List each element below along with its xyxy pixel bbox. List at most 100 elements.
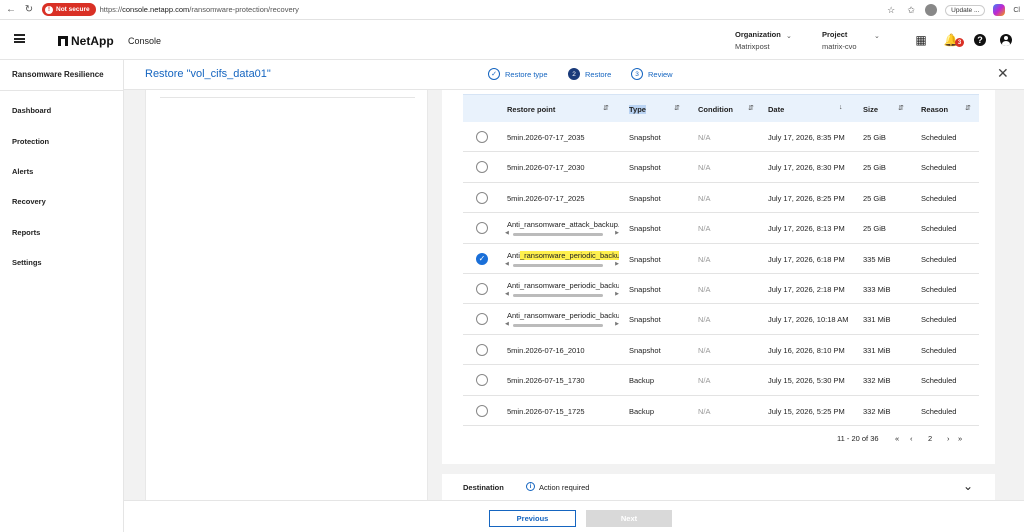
menu-icon[interactable] [14, 34, 25, 43]
favorites-icon[interactable]: ✩ [905, 4, 917, 16]
restore-point-condition: N/A [698, 376, 711, 386]
console-label: Console [128, 36, 162, 46]
sort-icon[interactable]: ⇵ [965, 104, 971, 112]
close-icon[interactable]: ✕ [997, 65, 1009, 82]
prev-page-icon[interactable]: ‹ [910, 434, 913, 443]
chevron-down-icon[interactable]: ⌄ [963, 479, 973, 493]
horizontal-scrollbar[interactable]: ◀ ▶ [505, 261, 619, 268]
column-condition[interactable]: Condition [698, 105, 733, 114]
restore-point-date: July 16, 2026, 8:10 PM [768, 345, 845, 355]
scroll-left-icon[interactable]: ◀ [505, 291, 509, 297]
restore-point-type: Snapshot [629, 224, 661, 234]
table-row[interactable]: ✓ Anti_ransomware_periodic_backu ◀ ▶ Snapsho… [463, 244, 979, 274]
restore-point-size: 25 GiB [863, 133, 886, 142]
horizontal-scrollbar[interactable]: ◀ ▶ [505, 291, 619, 298]
url-scheme: https:// [99, 5, 123, 14]
step-review[interactable]: 3 Review [631, 68, 673, 80]
radio-button[interactable] [476, 161, 488, 174]
table-row[interactable]: 5min.2026-07-17_2030 Snapshot N/A July 17, … [463, 152, 979, 183]
destination-section[interactable]: Destination i Action required ⌄ [442, 474, 995, 500]
table-row[interactable]: Anti_ransomware_periodic_backu ◀ ▶ Snapshot… [463, 304, 979, 335]
chevron-down-icon[interactable]: ⌄ [786, 32, 792, 40]
scroll-thumb[interactable] [513, 294, 603, 297]
table-row[interactable]: 5min.2026-07-16_2010 Snapshot N/A July 16, … [463, 335, 979, 366]
scroll-right-icon[interactable]: ▶ [615, 261, 619, 267]
table-row[interactable]: 5min.2026-07-15_1730 Backup N/A July 15, 20… [463, 365, 979, 396]
restore-point-type: Snapshot [629, 345, 661, 355]
radio-button[interactable] [476, 222, 488, 235]
scroll-thumb[interactable] [513, 233, 603, 237]
scroll-thumb[interactable] [513, 324, 603, 328]
sort-icon[interactable]: ⇵ [674, 104, 680, 112]
user-icon[interactable] [999, 33, 1013, 47]
table-row[interactable]: Anti_ransomware_attack_backup. ◀ ▶ Snapshot… [463, 213, 979, 244]
scroll-thumb[interactable] [513, 263, 603, 267]
restore-point-date: July 15, 2026, 5:25 PM [768, 406, 845, 416]
scroll-right-icon[interactable]: ▶ [615, 291, 619, 297]
copilot-icon[interactable] [993, 4, 1006, 16]
horizontal-scrollbar[interactable]: ◀ ▶ [505, 321, 619, 328]
horizontal-scrollbar[interactable]: ◀ ▶ [505, 230, 619, 237]
radio-checked-icon[interactable]: ✓ [476, 252, 488, 265]
radio-button[interactable] [476, 191, 488, 204]
sidebar-item-alerts[interactable]: Alerts [12, 167, 33, 176]
scroll-left-icon[interactable]: ◀ [505, 261, 509, 267]
step-restore[interactable]: 2 Restore [568, 68, 611, 80]
favorite-star-icon[interactable]: ☆ [885, 4, 897, 16]
radio-button[interactable] [476, 313, 488, 326]
chevron-down-icon[interactable]: ⌄ [874, 32, 880, 40]
next-button[interactable]: Next [586, 510, 672, 527]
back-icon[interactable]: ← [4, 3, 18, 17]
radio-button[interactable] [476, 374, 488, 387]
table-row[interactable]: Anti_ransomware_periodic_backu ◀ ▶ Snapshot… [463, 274, 979, 305]
edge-label: Cl [1013, 6, 1020, 14]
scroll-right-icon[interactable]: ▶ [615, 321, 619, 327]
column-date[interactable]: Date [768, 105, 784, 114]
table-row[interactable]: 5min.2026-07-17_2035 Snapshot N/A July 17, … [463, 122, 979, 153]
profile-avatar[interactable] [925, 4, 938, 16]
organization-selector[interactable]: Organization Matrixpost [735, 30, 781, 51]
step-restore-type[interactable]: ✓ Restore type [488, 68, 548, 80]
app-header: NetApp Console Organization Matrixpost ⌄… [0, 20, 1024, 60]
scroll-left-icon[interactable]: ◀ [505, 230, 509, 236]
step-label: Restore type [505, 69, 548, 79]
scroll-right-icon[interactable]: ▶ [615, 230, 619, 236]
sort-down-icon[interactable]: ↓ [839, 104, 843, 111]
restore-point-condition: N/A [698, 315, 711, 325]
restore-point-reason: Scheduled [921, 285, 957, 294]
column-restore-point[interactable]: Restore point [507, 105, 555, 114]
address-bar[interactable]: https://console.netapp.com/ransomware-pr… [100, 5, 299, 14]
radio-button[interactable] [476, 343, 488, 356]
sidebar-item-protection[interactable]: Protection [12, 137, 49, 146]
table-row[interactable]: 5min.2026-07-17_2025 Snapshot N/A July 17, … [463, 183, 979, 214]
update-button[interactable]: Update ... [945, 4, 986, 16]
sidebar-item-settings[interactable]: Settings [12, 258, 42, 267]
radio-button[interactable] [476, 131, 488, 143]
last-page-icon[interactable]: » [958, 434, 962, 443]
scroll-left-icon[interactable]: ◀ [505, 321, 509, 327]
sort-icon[interactable]: ⇵ [603, 104, 609, 112]
connector-icon[interactable]: ▦ [914, 33, 928, 47]
next-page-icon[interactable]: › [947, 434, 950, 443]
column-type[interactable]: Type [629, 105, 646, 114]
sidebar-item-recovery[interactable]: Recovery [12, 197, 46, 206]
radio-button[interactable] [476, 283, 488, 295]
sidebar-item-dashboard[interactable]: Dashboard [12, 106, 51, 115]
first-page-icon[interactable]: « [895, 434, 899, 443]
restore-point-reason: Scheduled [921, 406, 957, 416]
sidebar-item-reports[interactable]: Reports [12, 228, 40, 237]
sort-icon[interactable]: ⇵ [748, 104, 754, 112]
help-icon[interactable]: ? [973, 33, 987, 47]
restore-point-reason: Scheduled [921, 376, 957, 386]
sort-icon[interactable]: ⇵ [898, 104, 904, 112]
column-reason[interactable]: Reason [921, 105, 948, 114]
column-size[interactable]: Size [863, 105, 878, 114]
project-selector[interactable]: Project matrix-cvo [822, 30, 857, 51]
previous-button[interactable]: Previous [489, 510, 576, 527]
radio-button[interactable] [476, 404, 488, 417]
reload-icon[interactable]: ↻ [22, 3, 36, 17]
security-indicator[interactable]: ! Not secure [42, 3, 96, 16]
restore-point-name: 5min.2026-07-16_2010 [507, 345, 585, 355]
page-title: Restore "vol_cifs_data01" [145, 68, 271, 80]
table-row[interactable]: 5min.2026-07-15_1725 Backup N/A July 15, 20… [463, 396, 979, 426]
